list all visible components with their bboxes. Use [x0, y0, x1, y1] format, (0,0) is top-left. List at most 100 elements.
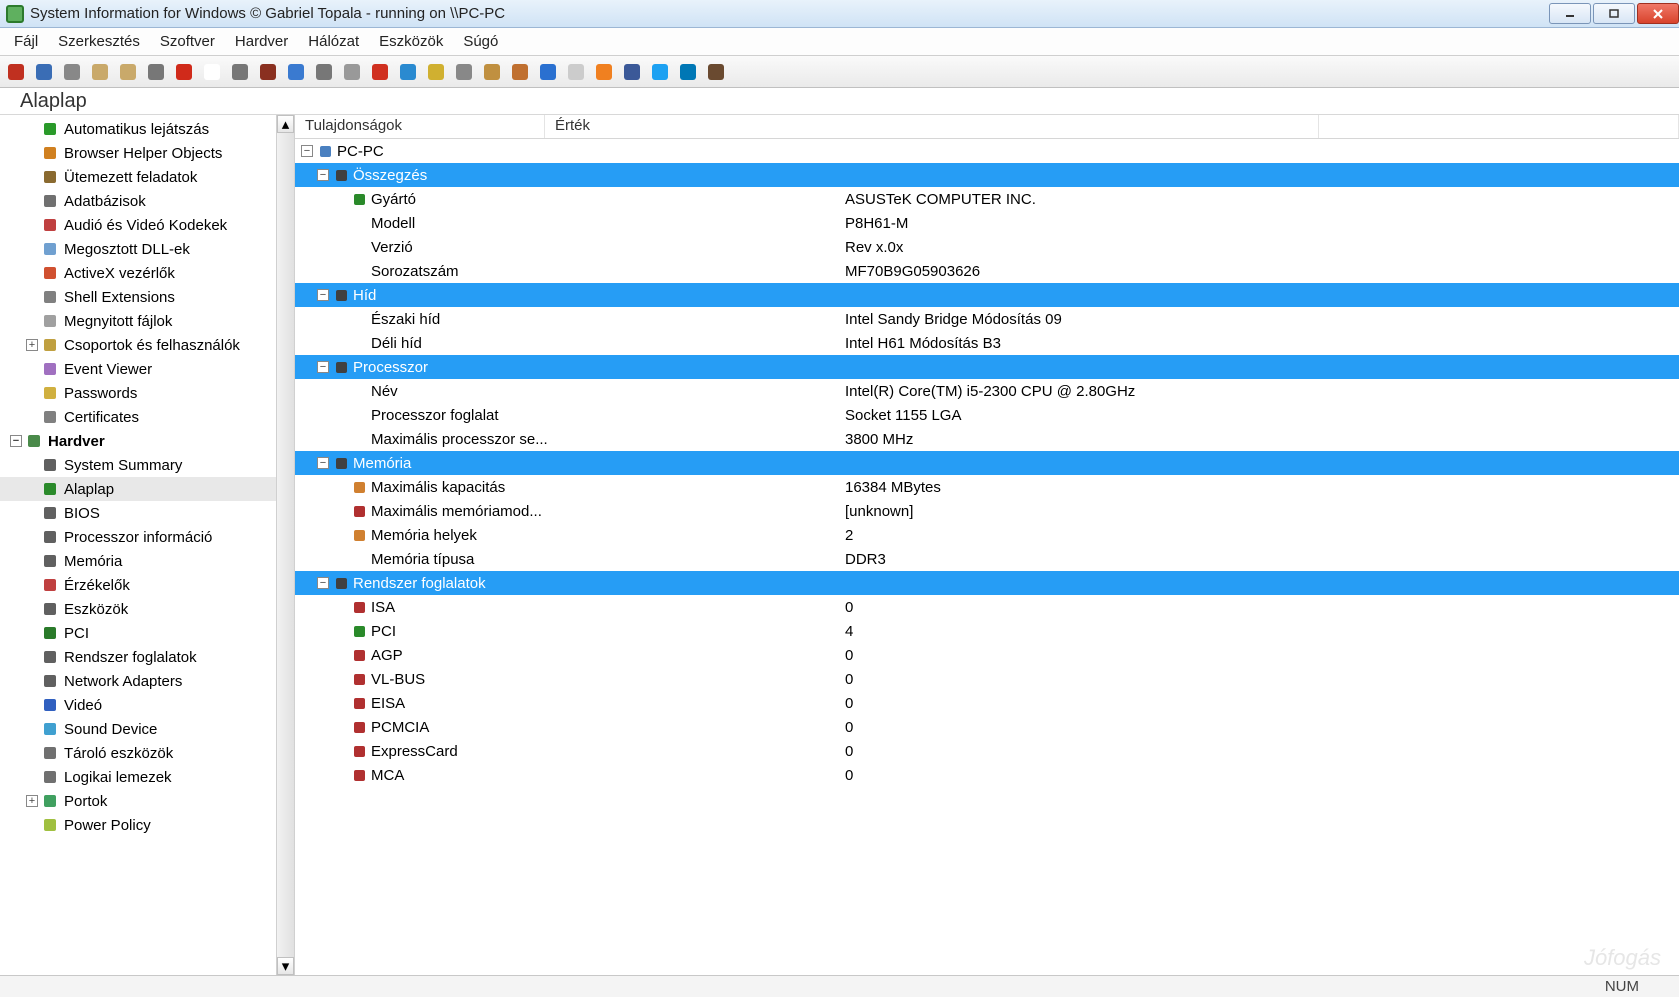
detail-row[interactable]: Memória típusaDDR3: [295, 547, 1679, 571]
menu-súgó[interactable]: Súgó: [453, 30, 508, 53]
tree-item--temezett-feladatok[interactable]: Ütemezett feladatok: [0, 165, 276, 189]
detail-row[interactable]: Északi hídIntel Sandy Bridge Módosítás 0…: [295, 307, 1679, 331]
detail-row[interactable]: Memória helyek2: [295, 523, 1679, 547]
group--sszegz-s[interactable]: −Összegzés: [295, 163, 1679, 187]
tree-item-certificates[interactable]: Certificates: [0, 405, 276, 429]
expander-icon[interactable]: +: [26, 339, 38, 351]
expander-icon[interactable]: −: [317, 289, 329, 301]
detail-row[interactable]: ModellP8H61-M: [295, 211, 1679, 235]
tree-item-shell-extensions[interactable]: Shell Extensions: [0, 285, 276, 309]
expander-icon[interactable]: −: [317, 577, 329, 589]
coffee-icon[interactable]: [704, 60, 728, 84]
tree-item-automatikus-lej-tsz-s[interactable]: Automatikus lejátszás: [0, 117, 276, 141]
tree[interactable]: Automatikus lejátszásBrowser Helper Obje…: [0, 115, 276, 975]
tree-item-adatb-zisok[interactable]: Adatbázisok: [0, 189, 276, 213]
tree-item-rendszer-foglalatok[interactable]: Rendszer foglalatok: [0, 645, 276, 669]
exit-icon[interactable]: [4, 60, 28, 84]
tree-item-logikai-lemezek[interactable]: Logikai lemezek: [0, 765, 276, 789]
minimize-button[interactable]: [1549, 3, 1591, 24]
menu-szoftver[interactable]: Szoftver: [150, 30, 225, 53]
maximize-button[interactable]: [1593, 3, 1635, 24]
copy-icon[interactable]: [88, 60, 112, 84]
tree-item-activex-vez-rl-k[interactable]: ActiveX vezérlők: [0, 261, 276, 285]
stop-icon[interactable]: [172, 60, 196, 84]
menu-eszközök[interactable]: Eszközök: [369, 30, 453, 53]
detail-row[interactable]: MCA0: [295, 763, 1679, 787]
tree-item-audi-s-vide-kodekek[interactable]: Audió és Videó Kodekek: [0, 213, 276, 237]
detail-row[interactable]: VerzióRev x.0x: [295, 235, 1679, 259]
cut-icon[interactable]: [60, 60, 84, 84]
expander-icon[interactable]: −: [301, 145, 313, 157]
timer-icon[interactable]: [340, 60, 364, 84]
tree-item-mem-ria[interactable]: Memória: [0, 549, 276, 573]
group-icon[interactable]: [480, 60, 504, 84]
group-rendszer-foglalatok[interactable]: −Rendszer foglalatok: [295, 571, 1679, 595]
rss-icon[interactable]: [592, 60, 616, 84]
scroll-up-button[interactable]: ▴: [277, 115, 294, 133]
tree-item-passwords[interactable]: Passwords: [0, 381, 276, 405]
detail-row[interactable]: ExpressCard0: [295, 739, 1679, 763]
col-value[interactable]: Érték: [545, 115, 1319, 138]
tree-item-vide-[interactable]: Videó: [0, 693, 276, 717]
tree-item-bios[interactable]: BIOS: [0, 501, 276, 525]
tree-item--rz-kel-k[interactable]: Érzékelők: [0, 573, 276, 597]
record-icon[interactable]: [368, 60, 392, 84]
menu-fájl[interactable]: Fájl: [4, 30, 48, 53]
tree-item-processzor-inform-ci-[interactable]: Processzor információ: [0, 525, 276, 549]
level-icon[interactable]: [256, 60, 280, 84]
sidebar-scrollbar[interactable]: ▴ ▾: [276, 115, 294, 975]
save-icon[interactable]: [32, 60, 56, 84]
print-icon[interactable]: [144, 60, 168, 84]
refresh-icon[interactable]: [396, 60, 420, 84]
detail-row[interactable]: ISA0: [295, 595, 1679, 619]
detail-row[interactable]: Déli hídIntel H61 Módosítás B3: [295, 331, 1679, 355]
linkedin-icon[interactable]: [676, 60, 700, 84]
tree-item-power-policy[interactable]: Power Policy: [0, 813, 276, 837]
detail-row[interactable]: Maximális processzor se...3800 MHz: [295, 427, 1679, 451]
detail-row[interactable]: PCMCIA0: [295, 715, 1679, 739]
page-icon[interactable]: [200, 60, 224, 84]
tree-item-event-viewer[interactable]: Event Viewer: [0, 357, 276, 381]
tools-icon[interactable]: [452, 60, 476, 84]
tree-item-sound-device[interactable]: Sound Device: [0, 717, 276, 741]
tree-item-system-summary[interactable]: System Summary: [0, 453, 276, 477]
detail-row[interactable]: PCI4: [295, 619, 1679, 643]
expander-icon[interactable]: −: [10, 435, 22, 447]
key-icon[interactable]: [424, 60, 448, 84]
gauge-icon[interactable]: [228, 60, 252, 84]
menu-szerkesztés[interactable]: Szerkesztés: [48, 30, 150, 53]
detail-row[interactable]: VL-BUS0: [295, 667, 1679, 691]
detail-row[interactable]: Maximális memóriamod...[unknown]: [295, 499, 1679, 523]
tree-item-t-rol-eszk-z-k[interactable]: Tároló eszközök: [0, 741, 276, 765]
tree-item-portok[interactable]: +Portok: [0, 789, 276, 813]
home-icon[interactable]: [508, 60, 532, 84]
group-mem-ria[interactable]: −Memória: [295, 451, 1679, 475]
detail-row[interactable]: EISA0: [295, 691, 1679, 715]
detail-row[interactable]: GyártóASUSTeK COMPUTER INC.: [295, 187, 1679, 211]
tree-item-alaplap[interactable]: Alaplap: [0, 477, 276, 501]
expander-icon[interactable]: −: [317, 169, 329, 181]
expander-icon[interactable]: +: [26, 795, 38, 807]
help-icon[interactable]: [536, 60, 560, 84]
tree-item-megnyitott-f-jlok[interactable]: Megnyitott fájlok: [0, 309, 276, 333]
detail-row[interactable]: Maximális kapacitás16384 MBytes: [295, 475, 1679, 499]
expander-icon[interactable]: −: [317, 457, 329, 469]
close-button[interactable]: [1637, 3, 1679, 24]
list-icon[interactable]: [312, 60, 336, 84]
menu-hálózat[interactable]: Hálózat: [298, 30, 369, 53]
group-processzor[interactable]: −Processzor: [295, 355, 1679, 379]
twitter-icon[interactable]: [648, 60, 672, 84]
detail-row[interactable]: Processzor foglalatSocket 1155 LGA: [295, 403, 1679, 427]
detail-row[interactable]: AGP0: [295, 643, 1679, 667]
col-properties[interactable]: Tulajdonságok: [295, 115, 545, 138]
tree-item-pci[interactable]: PCI: [0, 621, 276, 645]
column-header[interactable]: Tulajdonságok Érték: [295, 115, 1679, 139]
tree-item-csoportok-s-felhaszn-l-k[interactable]: +Csoportok és felhasználók: [0, 333, 276, 357]
tree-item-browser-helper-objects[interactable]: Browser Helper Objects: [0, 141, 276, 165]
tree-item-network-adapters[interactable]: Network Adapters: [0, 669, 276, 693]
facebook-icon[interactable]: [620, 60, 644, 84]
menu-hardver[interactable]: Hardver: [225, 30, 298, 53]
detail-row[interactable]: NévIntel(R) Core(TM) i5-2300 CPU @ 2.80G…: [295, 379, 1679, 403]
tree-item-eszk-z-k[interactable]: Eszközök: [0, 597, 276, 621]
expander-icon[interactable]: −: [317, 361, 329, 373]
